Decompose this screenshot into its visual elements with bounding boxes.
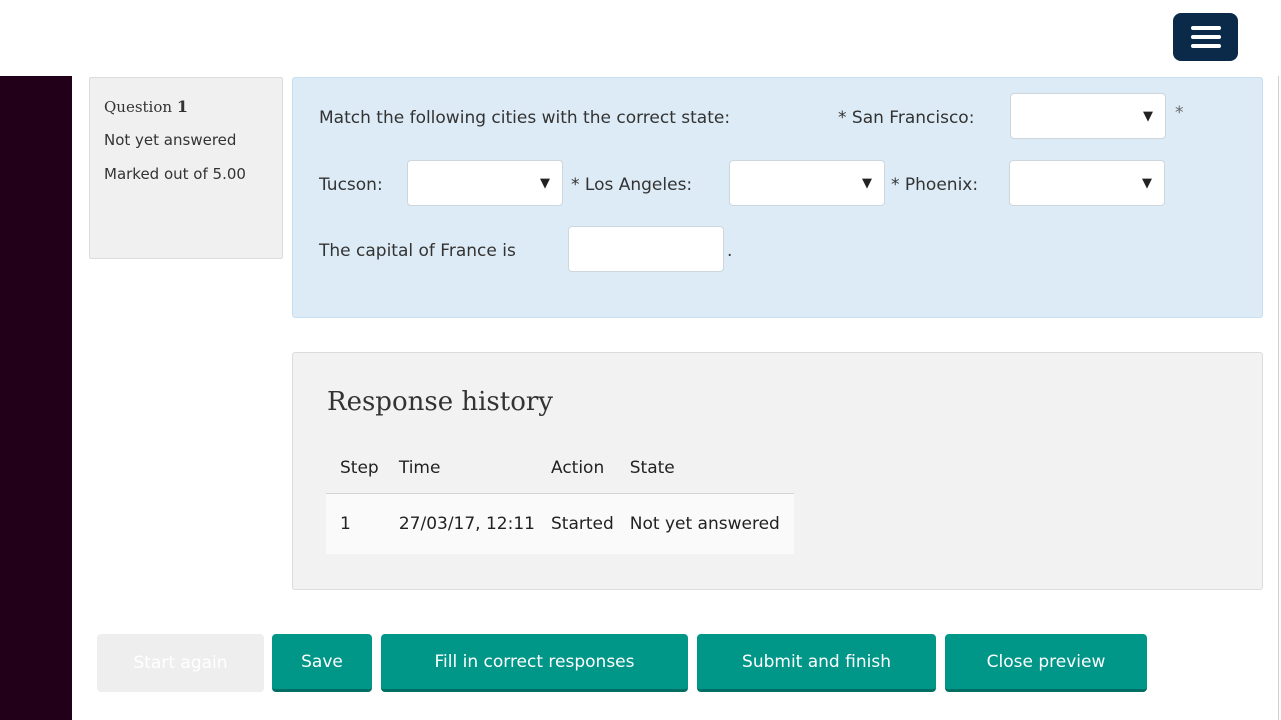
question-info-panel: Question 1 Not yet answered Marked out o…	[89, 77, 283, 259]
column-header-state: State	[621, 443, 794, 494]
response-history-title: Response history	[327, 387, 553, 417]
cell-action: Started	[542, 493, 622, 554]
fill-in-suffix: .	[727, 241, 733, 261]
select-phoenix[interactable]: ▼	[1009, 160, 1165, 206]
select-los-angeles[interactable]: ▼	[729, 160, 885, 206]
required-star: *	[1175, 103, 1184, 123]
select-tucson[interactable]: ▼	[407, 160, 563, 206]
question-grade: Marked out of 5.00	[104, 165, 246, 183]
hamburger-menu-button[interactable]	[1173, 13, 1238, 61]
column-header-step: Step	[326, 443, 391, 494]
match-label-tucson: Tucson:	[319, 175, 383, 195]
chevron-down-icon: ▼	[540, 176, 550, 191]
chevron-down-icon: ▼	[862, 176, 872, 191]
close-preview-button[interactable]: Close preview	[945, 634, 1147, 692]
question-text-panel: Match the following cities with the corr…	[292, 77, 1263, 318]
question-number: Question 1	[104, 97, 188, 116]
response-history-panel: Response history Step Time Action State …	[292, 352, 1263, 590]
hamburger-menu-icon	[1190, 26, 1221, 30]
match-label-phoenix: * Phoenix:	[891, 175, 979, 195]
chevron-down-icon: ▼	[1142, 176, 1152, 191]
match-label-los-angeles: * Los Angeles:	[571, 175, 693, 195]
fill-correct-responses-button[interactable]: Fill in correct responses	[381, 634, 688, 692]
question-status: Not yet answered	[104, 131, 237, 149]
capital-answer-input[interactable]	[568, 226, 724, 272]
cell-step: 1	[326, 493, 391, 554]
question-intro: Match the following cities with the corr…	[319, 108, 731, 128]
cell-state: Not yet answered	[621, 493, 794, 554]
table-row: 1 27/03/17, 12:11 Started Not yet answer…	[326, 493, 794, 554]
fill-in-prompt: The capital of France is	[319, 241, 516, 261]
start-again-button[interactable]: Start again	[97, 634, 264, 692]
page-side-bar	[0, 76, 72, 720]
response-history-table: Step Time Action State 1 27/03/17, 12:11…	[326, 443, 794, 554]
chevron-down-icon: ▼	[1143, 109, 1153, 124]
select-san-francisco[interactable]: ▼	[1010, 93, 1166, 139]
column-header-action: Action	[542, 443, 622, 494]
page-right-border	[1278, 76, 1279, 720]
table-header-row: Step Time Action State	[326, 443, 794, 494]
submit-and-finish-button[interactable]: Submit and finish	[697, 634, 936, 692]
column-header-time: Time	[390, 443, 543, 494]
match-label-san-francisco: * San Francisco:	[838, 108, 975, 128]
cell-time: 27/03/17, 12:11	[390, 493, 543, 554]
save-button[interactable]: Save	[272, 634, 372, 692]
